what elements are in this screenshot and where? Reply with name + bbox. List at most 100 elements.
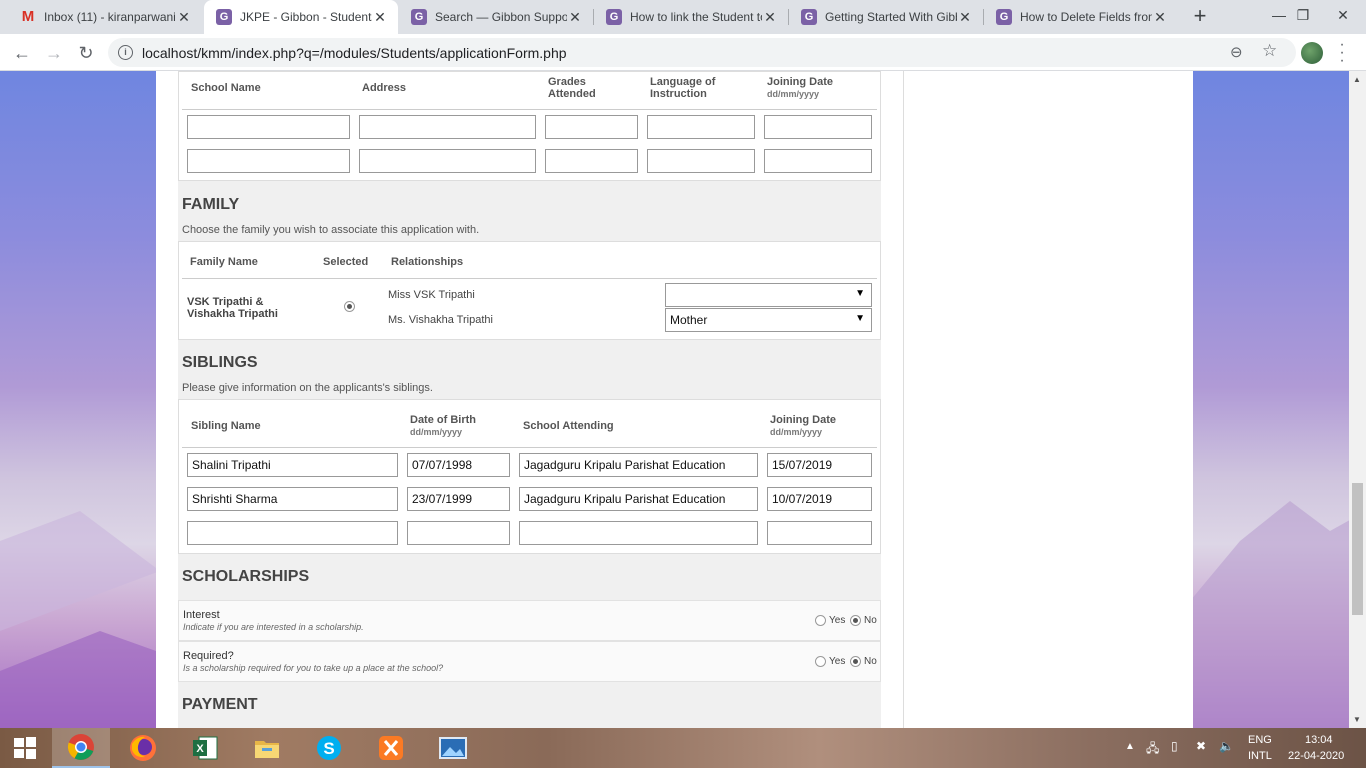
gibbon-icon: G [216, 9, 232, 25]
sibling-school-input[interactable] [519, 521, 758, 545]
xampp-icon[interactable] [362, 728, 420, 768]
application-form: School Name Address Grades Attended Lang… [178, 71, 881, 728]
sibling-name-input[interactable] [187, 521, 398, 545]
clock-time[interactable]: 13:04 [1305, 734, 1333, 746]
close-tab-icon[interactable]: ✕ [1152, 9, 1168, 26]
close-tab-icon[interactable]: ✕ [957, 9, 973, 26]
skype-icon[interactable]: S [300, 728, 358, 768]
bookmark-star-icon[interactable]: ☆ [1262, 41, 1277, 61]
sibling-joining-date-input[interactable]: 10/07/2019 [767, 487, 872, 511]
keyboard-layout[interactable]: INTL [1248, 750, 1272, 762]
excel-icon[interactable]: X [176, 728, 234, 768]
tab-title: Search — Gibbon Support [435, 10, 567, 24]
address-bar[interactable]: i localhost/kmm/index.php?q=/modules/Stu… [108, 38, 1296, 67]
scroll-up-arrow-icon[interactable]: ▲ [1353, 75, 1361, 84]
network-icon[interactable]: 🖧 [1146, 739, 1159, 760]
browser-menu-icon[interactable]: · · · [1338, 37, 1346, 69]
interest-yes-radio[interactable] [815, 615, 826, 626]
close-tab-icon[interactable]: ✕ [567, 9, 583, 26]
windows-start-icon[interactable] [0, 728, 50, 768]
tab-getting-started[interactable]: G Getting Started With Gibbon ✕ [789, 0, 983, 34]
relationship-value: Mother [670, 313, 708, 327]
show-hidden-icons-icon[interactable]: ▲ [1125, 741, 1135, 752]
scroll-down-arrow-icon[interactable]: ▼ [1353, 715, 1361, 724]
required-no-radio[interactable] [850, 656, 861, 667]
sibling-dob-input[interactable] [407, 521, 510, 545]
previous-school-joining-date-input[interactable] [764, 115, 872, 139]
header-divider [182, 278, 877, 279]
column-header: School Name [191, 82, 261, 94]
previous-school-language-input[interactable] [647, 115, 755, 139]
tab-link-student[interactable]: G How to link the Student to... ✕ [594, 0, 788, 34]
relationship-select[interactable]: ▼ [665, 283, 872, 307]
sibling-dob-input[interactable]: 07/07/1998 [407, 453, 510, 477]
sibling-school-input[interactable]: Jagadguru Kripalu Parishat Education [519, 487, 758, 511]
tab-title: JKPE - Gibbon - Students [240, 10, 372, 24]
required-yes-label: Yes [829, 656, 846, 667]
notification-muted-icon[interactable]: ✖ [1196, 739, 1206, 753]
back-arrow-icon[interactable]: ← [10, 41, 34, 65]
previous-school-language-input[interactable] [647, 149, 755, 173]
tab-delete-fields[interactable]: G How to Delete Fields from... ✕ [984, 0, 1178, 34]
sibling-school-input[interactable]: Jagadguru Kripalu Parishat Education [519, 453, 758, 477]
close-tab-icon[interactable]: ✕ [372, 9, 388, 26]
previous-school-address-input[interactable] [359, 115, 536, 139]
page-container: School Name Address Grades Attended Lang… [156, 71, 1193, 728]
photos-icon[interactable] [424, 728, 482, 768]
profile-avatar[interactable] [1301, 42, 1323, 64]
close-window-button[interactable]: ✕ [1320, 0, 1366, 34]
clock-date[interactable]: 22-04-2020 [1288, 750, 1344, 762]
zoom-icon[interactable]: ⊖ [1230, 43, 1243, 61]
previous-school-grades-input[interactable] [545, 149, 638, 173]
sibling-joining-date-input[interactable] [767, 521, 872, 545]
scrollbar-thumb[interactable] [1352, 483, 1363, 615]
sidebar-divider [903, 71, 904, 728]
relationship-select[interactable]: Mother ▼ [665, 308, 872, 332]
required-yes-radio[interactable] [815, 656, 826, 667]
required-no-label: No [864, 656, 877, 667]
previous-school-address-input[interactable] [359, 149, 536, 173]
scholarship-required-label: Required? [183, 650, 234, 662]
browser-toolbar: ← → ↻ i localhost/kmm/index.php?q=/modul… [0, 34, 1366, 71]
site-info-icon[interactable]: i [118, 45, 133, 60]
gibbon-icon: G [801, 9, 817, 25]
page-scrollbar[interactable]: ▲ ▼ [1349, 71, 1366, 728]
date-format-hint: dd/mm/yyyy [770, 427, 823, 437]
scholarships-heading: SCHOLARSHIPS [182, 568, 310, 585]
url-text[interactable]: localhost/kmm/index.php?q=/modules/Stude… [142, 45, 567, 61]
family-selected-radio[interactable] [344, 301, 355, 312]
family-description: Choose the family you wish to associate … [182, 224, 480, 236]
new-tab-button[interactable]: + [1188, 5, 1212, 29]
volume-icon[interactable]: 🔈 [1219, 739, 1234, 753]
forward-arrow-icon[interactable]: → [42, 41, 66, 65]
gibbon-icon: G [411, 9, 427, 25]
tab-gmail-inbox[interactable]: M Inbox (11) - kiranparwani@... ✕ [8, 0, 202, 34]
date-format-hint: dd/mm/yyyy [410, 427, 463, 437]
gibbon-icon: G [996, 9, 1012, 25]
tab-jkpe-gibbon-students[interactable]: G JKPE - Gibbon - Students ✕ [204, 0, 398, 34]
header-divider [182, 447, 877, 448]
previous-school-name-input[interactable] [187, 149, 350, 173]
scholarship-required-row: Required? Is a scholarship required for … [178, 641, 881, 682]
column-header-text: Date of Birth [410, 414, 476, 426]
siblings-heading: SIBLINGS [182, 354, 258, 371]
previous-school-name-input[interactable] [187, 115, 350, 139]
interest-no-radio[interactable] [850, 615, 861, 626]
battery-icon[interactable]: ▯ [1171, 739, 1178, 753]
sibling-dob-input[interactable]: 23/07/1999 [407, 487, 510, 511]
close-tab-icon[interactable]: ✕ [762, 9, 778, 26]
dropdown-arrow-icon: ▼ [855, 313, 865, 324]
firefox-icon[interactable] [114, 728, 172, 768]
input-language[interactable]: ENG [1248, 734, 1272, 746]
date-format-hint: dd/mm/yyyy [767, 89, 820, 99]
close-tab-icon[interactable]: ✕ [176, 9, 192, 26]
previous-school-joining-date-input[interactable] [764, 149, 872, 173]
previous-school-grades-input[interactable] [545, 115, 638, 139]
tab-search-gibbon-support[interactable]: G Search — Gibbon Support ✕ [399, 0, 593, 34]
sibling-name-input[interactable]: Shrishti Sharma [187, 487, 398, 511]
file-explorer-icon[interactable] [238, 728, 296, 768]
reload-icon[interactable]: ↻ [74, 41, 98, 65]
chrome-icon[interactable] [52, 728, 110, 768]
sibling-name-input[interactable]: Shalini Tripathi [187, 453, 398, 477]
sibling-joining-date-input[interactable]: 15/07/2019 [767, 453, 872, 477]
